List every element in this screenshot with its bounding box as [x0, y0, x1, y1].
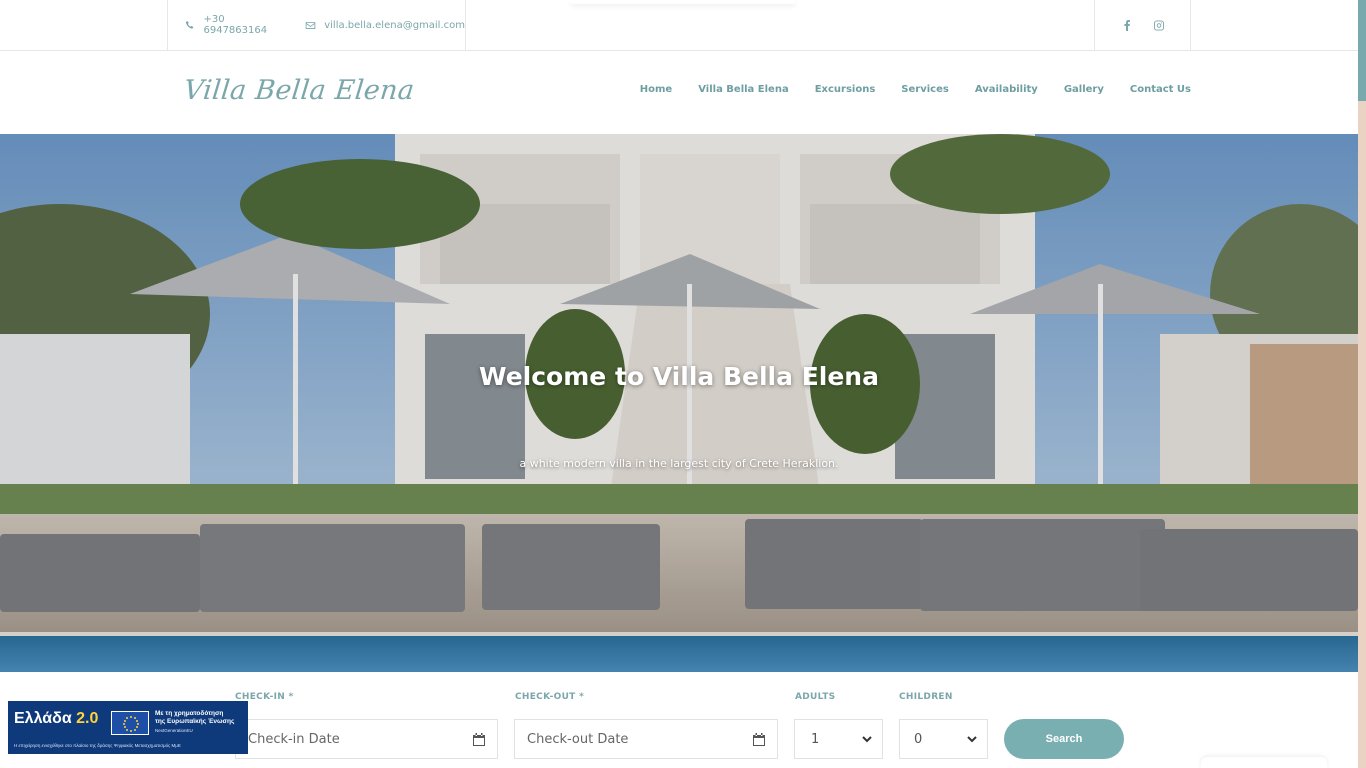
- eu-flag-icon: [111, 711, 149, 735]
- next-generation-eu: NextGenerationEU: [155, 728, 193, 733]
- chevron-down-icon: [967, 736, 977, 743]
- scrollbar-thumb[interactable]: [1358, 0, 1366, 101]
- phone-icon: [185, 20, 194, 29]
- chat-widget-tab[interactable]: [1201, 757, 1327, 768]
- checkout-placeholder: Check-out Date: [527, 731, 629, 747]
- site-logo[interactable]: Villa Bella Elena: [182, 75, 416, 106]
- badge-title-text: Ελλάδα: [14, 710, 72, 727]
- nav-contact[interactable]: Contact Us: [1130, 84, 1191, 95]
- nav-villa[interactable]: Villa Bella Elena: [698, 84, 788, 95]
- phone-number: +30 6947863164: [203, 14, 268, 36]
- hero-banner: Welcome to Villa Bella Elena a white mod…: [0, 134, 1358, 672]
- eu-funding-text: Με τη χρηματοδότηση της Ευρωπαϊκής Ένωση…: [155, 710, 234, 726]
- calendar-icon[interactable]: [753, 733, 765, 746]
- nav-services[interactable]: Services: [901, 84, 949, 95]
- envelope-icon: [305, 21, 316, 29]
- search-button[interactable]: Search: [1004, 719, 1124, 759]
- calendar-icon[interactable]: [473, 733, 485, 746]
- email-contact[interactable]: villa.bella.elena@gmail.com: [305, 20, 465, 31]
- eu-text-line-2: της Ευρωπαϊκής Ένωσης: [155, 718, 235, 725]
- badge-footer: Η επιχείρηση ενισχύθηκε στο πλαίσιο της …: [14, 743, 181, 748]
- checkout-label: CHECK-OUT *: [515, 692, 584, 702]
- nav-availability[interactable]: Availability: [975, 84, 1038, 95]
- children-select[interactable]: 0: [899, 719, 988, 759]
- adults-label: ADULTS: [795, 692, 836, 702]
- nav-excursions[interactable]: Excursions: [815, 84, 876, 95]
- children-value: 0: [914, 731, 923, 747]
- checkin-placeholder: Check-in Date: [248, 731, 340, 747]
- facebook-icon[interactable]: [1122, 19, 1132, 31]
- villa-pool-photo: [0, 134, 1358, 672]
- instagram-icon[interactable]: [1153, 19, 1164, 31]
- phone-contact[interactable]: +30 6947863164: [185, 14, 287, 36]
- required-mark: *: [288, 692, 294, 702]
- site-header: Villa Bella Elena Home Villa Bella Elena…: [0, 51, 1358, 134]
- badge-version: 2.0: [76, 710, 99, 727]
- checkout-date-input[interactable]: Check-out Date: [514, 719, 778, 759]
- eu-text-line-1: Με τη χρηματοδότηση: [155, 710, 224, 717]
- nav-home[interactable]: Home: [640, 84, 672, 95]
- adults-select[interactable]: 1: [794, 719, 883, 759]
- chevron-down-icon: [862, 736, 872, 743]
- top-contact-bar: +30 6947863164 villa.bella.elena@gmail.c…: [0, 0, 1358, 51]
- badge-title: Ελλάδα 2.0: [14, 710, 98, 728]
- contact-info: +30 6947863164 villa.bella.elena@gmail.c…: [167, 0, 466, 50]
- checkin-date-input[interactable]: Check-in Date: [235, 719, 498, 759]
- required-mark: *: [579, 692, 585, 702]
- checkout-label-text: CHECK-OUT: [515, 692, 576, 702]
- eu-funding-badge[interactable]: Ελλάδα 2.0 Με τη χρηματοδότηση της Ευρωπ…: [8, 701, 248, 754]
- scrollbar-track[interactable]: [1358, 0, 1366, 768]
- nav-gallery[interactable]: Gallery: [1064, 84, 1104, 95]
- adults-value: 1: [811, 731, 820, 747]
- social-links: [1094, 0, 1191, 50]
- email-address: villa.bella.elena@gmail.com: [324, 19, 465, 31]
- main-nav: Home Villa Bella Elena Excursions Servic…: [640, 84, 1191, 95]
- hero-subtitle: a white modern villa in the largest city…: [519, 457, 839, 470]
- hero-title: Welcome to Villa Bella Elena: [479, 362, 879, 391]
- children-label: CHILDREN: [899, 692, 953, 702]
- dropdown-shadow: [570, 0, 796, 4]
